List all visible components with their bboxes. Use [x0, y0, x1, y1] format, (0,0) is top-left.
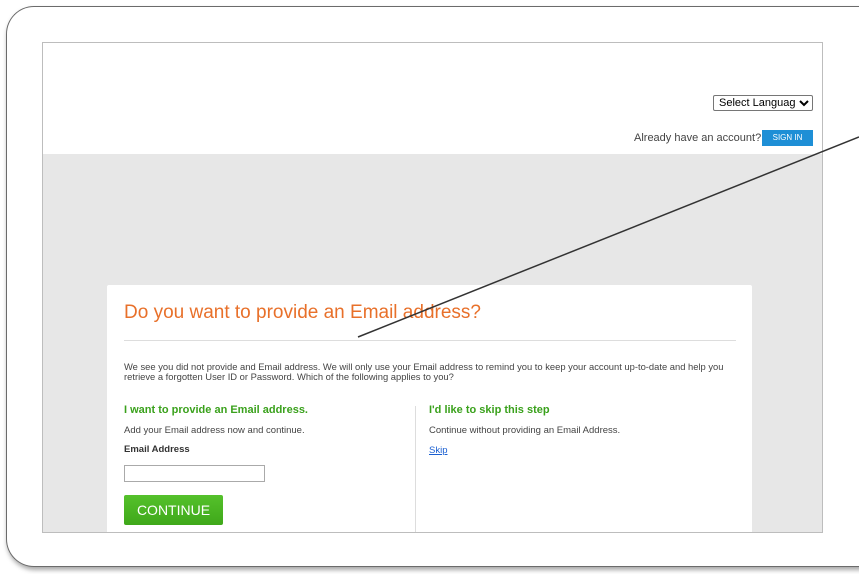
email-field-label: Email Address — [124, 444, 190, 455]
page-title: Do you want to provide an Email address? — [124, 302, 481, 323]
content-background: Do you want to provide an Email address?… — [43, 154, 822, 532]
email-prompt-card: Do you want to provide an Email address?… — [107, 285, 752, 532]
already-have-account-text: Already have an account? — [634, 132, 762, 144]
sign-in-button[interactable]: SIGN IN — [762, 130, 813, 146]
skip-step-heading: I'd like to skip this step — [429, 404, 550, 416]
continue-button[interactable]: CONTINUE — [124, 495, 223, 525]
provide-email-heading: I want to provide an Email address. — [124, 404, 308, 416]
provide-email-description: Add your Email address now and continue. — [124, 425, 305, 436]
skip-link[interactable]: Skip — [429, 445, 447, 456]
intro-text: We see you did not provide and Email add… — [124, 361, 724, 382]
skip-step-description: Continue without providing an Email Addr… — [429, 425, 621, 436]
title-divider — [124, 340, 736, 341]
browser-viewport: Select Language Already have an account?… — [42, 42, 823, 533]
language-select[interactable]: Select Language — [713, 95, 813, 111]
email-field[interactable] — [124, 465, 265, 482]
column-divider — [415, 406, 416, 532]
